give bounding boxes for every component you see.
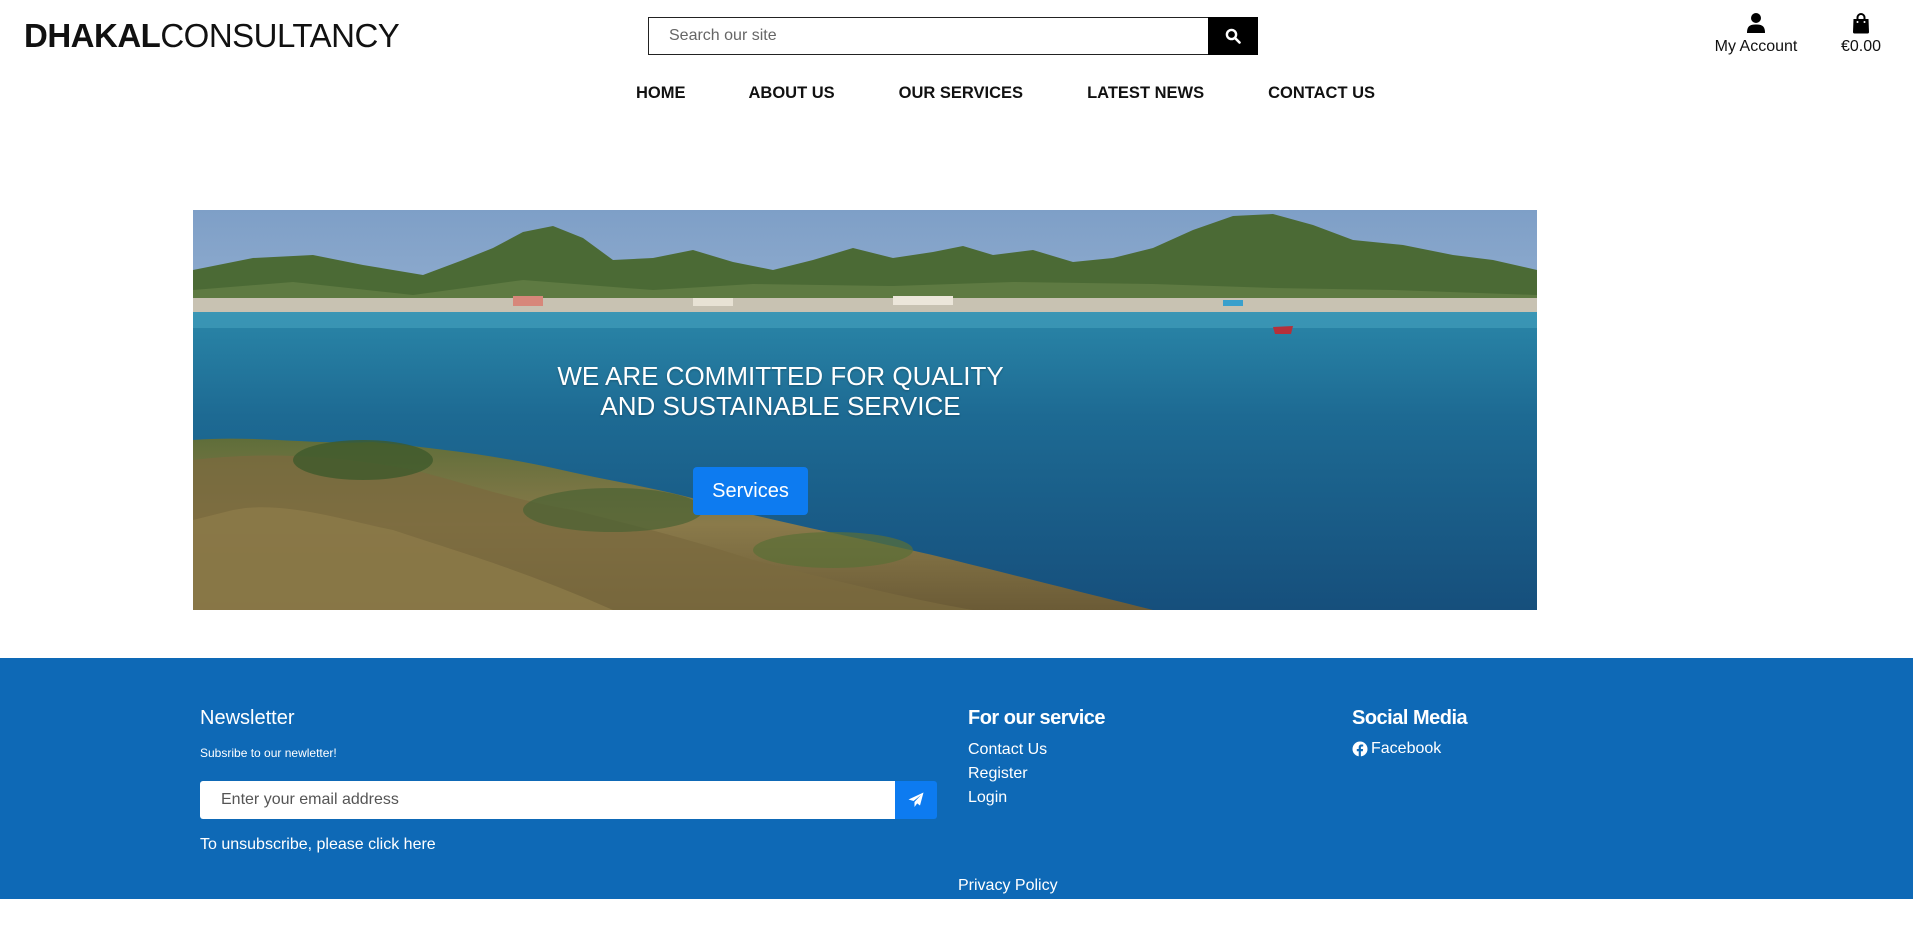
logo-bold-text: DHAKAL [24,17,161,54]
search-input[interactable] [648,17,1208,55]
nav-latest-news[interactable]: LATEST NEWS [1087,84,1204,103]
service-links: Contact Us Register Login [968,740,1047,808]
newsletter-subtitle: Subsribe to our newletter! [200,746,337,760]
logo-light-text: CONSULTANCY [160,17,400,54]
social-media-title: Social Media [1352,707,1468,729]
my-account-link[interactable]: My Account [1700,10,1812,56]
nav-home[interactable]: HOME [636,84,686,103]
site-footer: Newsletter Subsribe to our newletter! To… [0,658,1913,899]
service-title: For our service [968,707,1106,729]
facebook-link[interactable]: Facebook [1352,740,1441,758]
my-account-label: My Account [1714,38,1798,55]
paper-plane-icon [908,792,924,807]
newsletter-submit-button[interactable] [895,781,937,819]
newsletter-title: Newsletter [200,707,295,729]
user-icon [1747,13,1765,33]
privacy-policy-link[interactable]: Privacy Policy [958,876,1058,896]
shopping-bag-icon [1853,13,1869,34]
unsubscribe-text: To unsubscribe, please click here [200,836,436,854]
newsletter-form [200,781,937,819]
hero-banner: WE ARE COMMITTED FOR QUALITY AND SUSTAIN… [193,210,1537,610]
footer-register-link[interactable]: Register [968,764,1047,784]
search-form [648,17,1258,55]
cart-link[interactable]: €0.00 [1830,10,1892,56]
unsubscribe-prefix: To unsubscribe, please [200,836,369,853]
cart-total: €0.00 [1840,38,1882,55]
newsletter-email-input[interactable] [200,781,895,819]
hero-title: WE ARE COMMITTED FOR QUALITY AND SUSTAIN… [557,361,1004,421]
footer-contact-us-link[interactable]: Contact Us [968,740,1047,760]
facebook-icon [1352,741,1368,757]
nav-about-us[interactable]: ABOUT US [749,84,835,103]
services-button[interactable]: Services [693,467,808,515]
footer-login-link[interactable]: Login [968,788,1047,808]
facebook-label: Facebook [1371,740,1442,757]
nav-our-services[interactable]: OUR SERVICES [899,84,1023,103]
unsubscribe-link[interactable]: click here [368,836,436,853]
nav-contact-us[interactable]: CONTACT US [1268,84,1375,103]
search-icon [1225,28,1241,44]
search-button[interactable] [1208,17,1258,55]
site-logo[interactable]: DHAKALCONSULTANCY [24,17,400,54]
main-nav: HOME ABOUT US OUR SERVICES LATEST NEWS C… [636,84,1375,103]
